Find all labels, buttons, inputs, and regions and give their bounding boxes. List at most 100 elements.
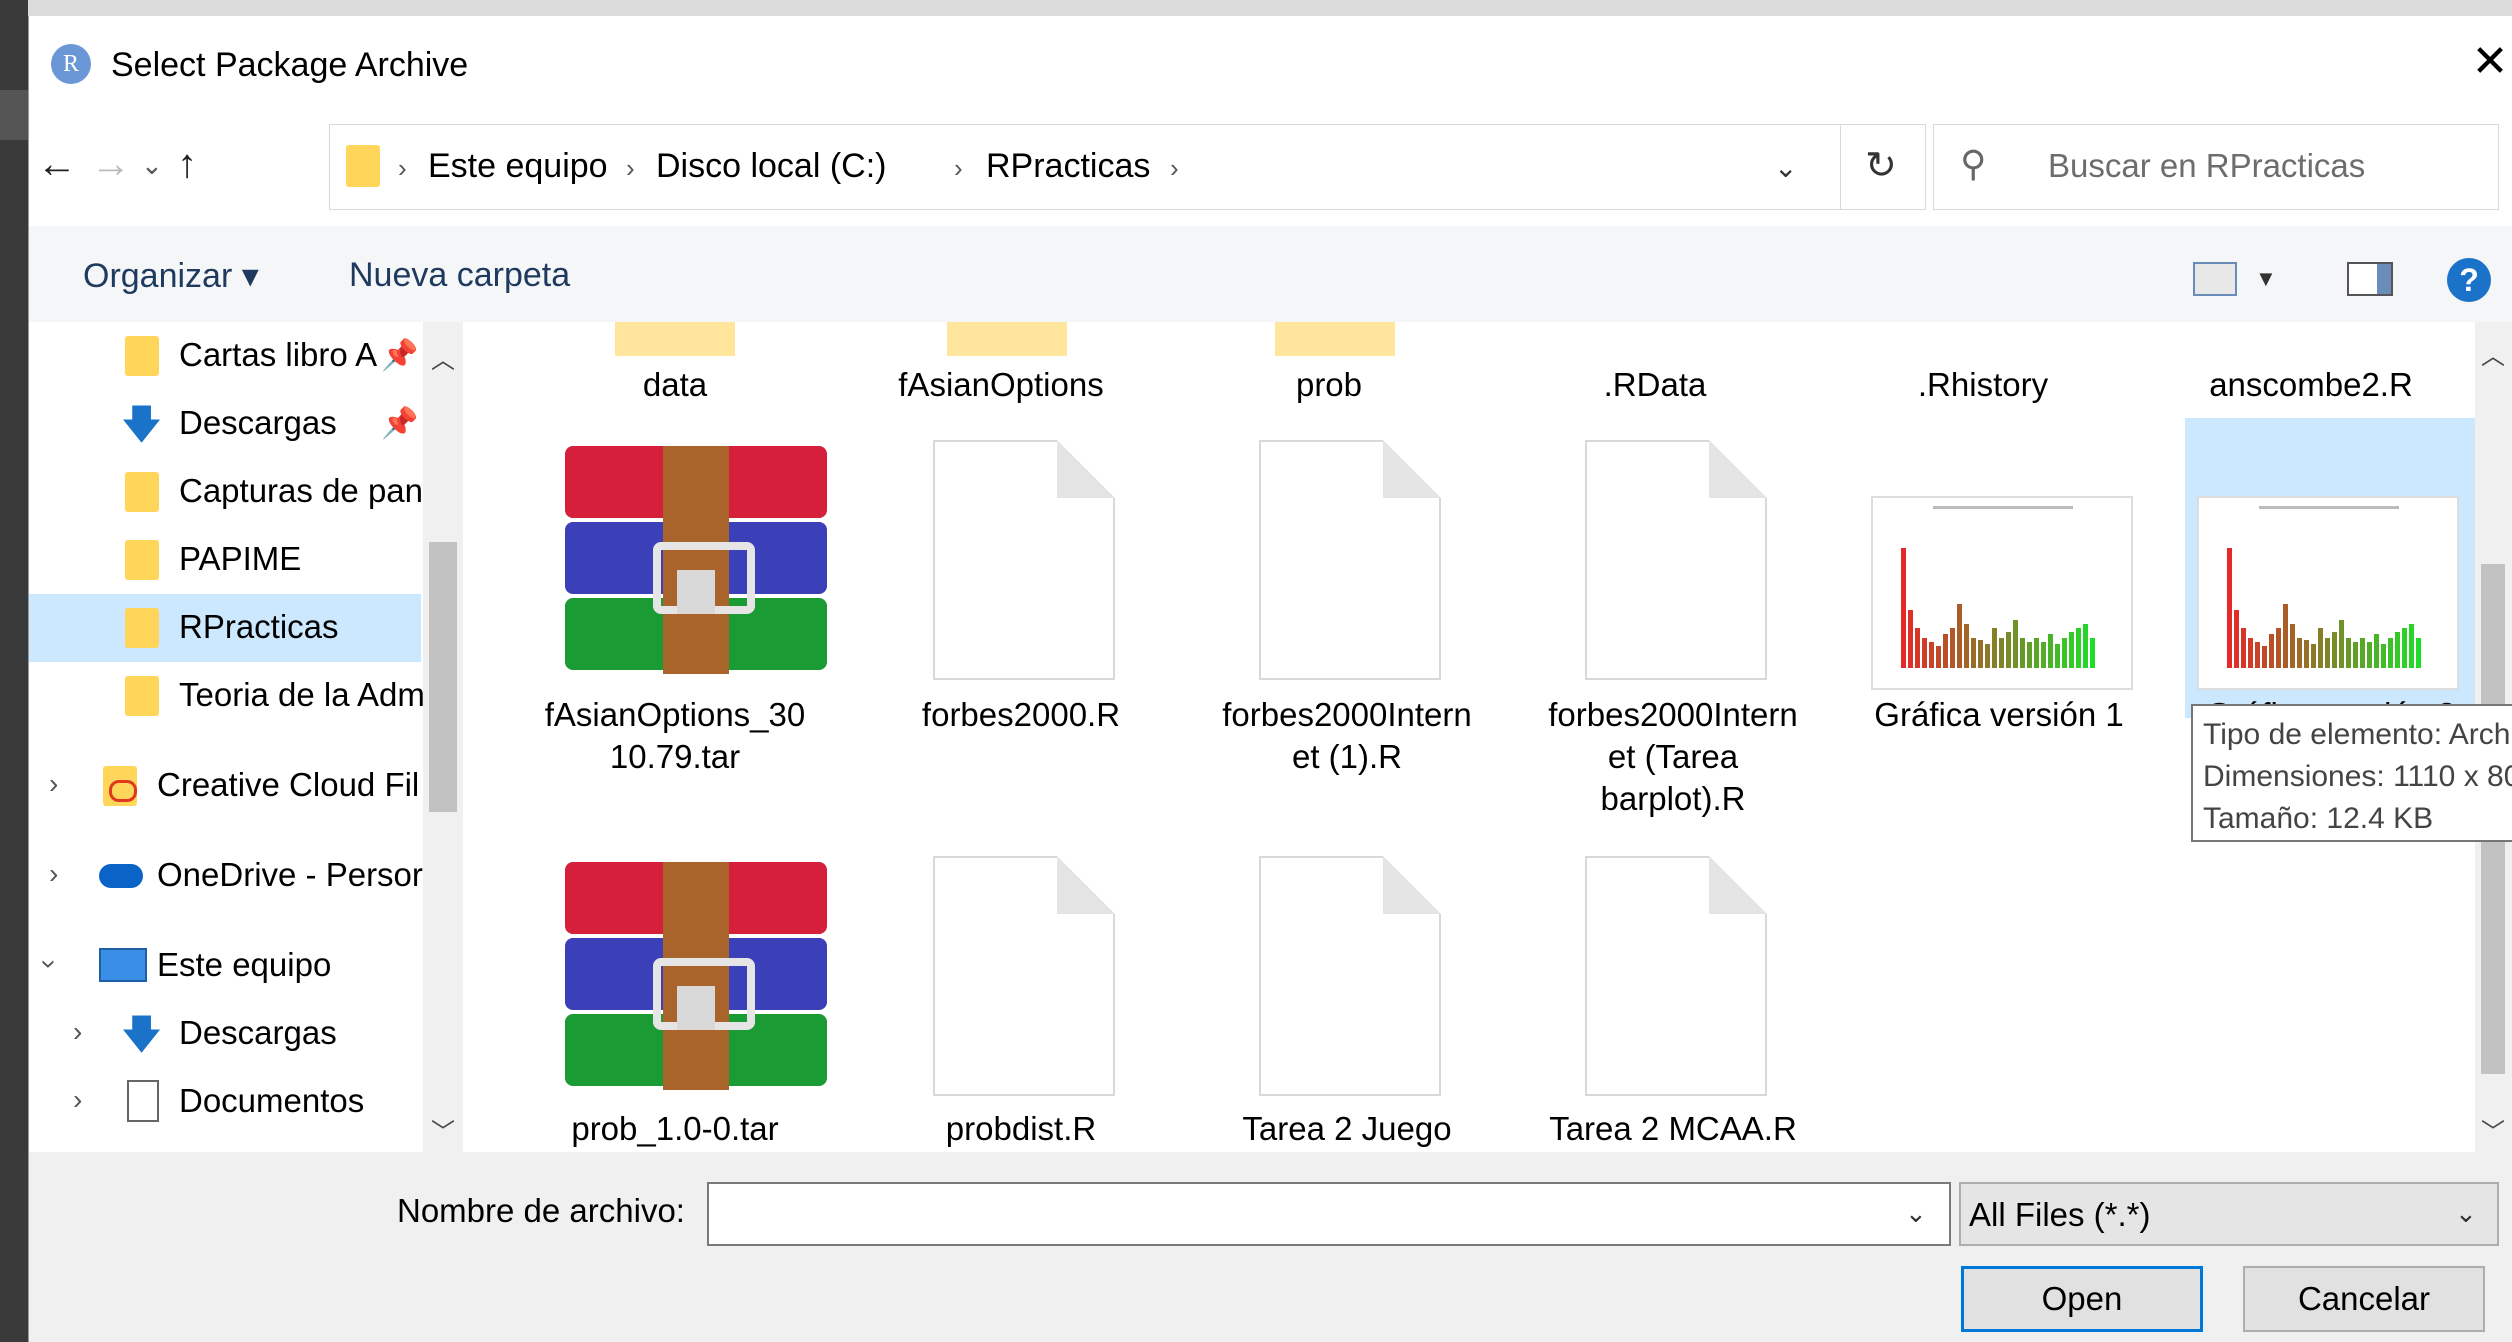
filename-label: Nombre de archivo: — [397, 1192, 685, 1229]
folder-icon — [1275, 322, 1395, 356]
file-open-dialog: R Select Package Archive ✕ ← → ⌄ ↑ › Est… — [28, 16, 2512, 1342]
thumbnail-bar — [1915, 628, 1920, 668]
open-button[interactable]: Open — [1961, 1266, 2203, 1332]
computer-icon — [99, 948, 147, 982]
folder-icon — [125, 676, 159, 716]
sidebar-item-label: Teoria de la Adm — [179, 676, 423, 713]
thumbnail-bar — [2062, 638, 2067, 668]
thumbnail-bar — [2234, 610, 2239, 668]
background-app-window — [0, 0, 28, 1342]
file-item-forbes2000internet-1[interactable]: forbes2000Intern et (1).R — [1187, 694, 1507, 778]
thumbnail-bar — [2367, 642, 2372, 668]
expand-chevron-icon[interactable]: › — [49, 858, 58, 890]
document-icon — [933, 856, 1115, 1096]
sidebar-item-capturas[interactable]: Capturas de pan — [29, 458, 423, 526]
folder-icon — [125, 336, 159, 376]
scroll-down-arrow-icon[interactable]: ﹀ — [431, 1112, 455, 1147]
search-box[interactable]: ⚲ Buscar en RPracticas — [1933, 124, 2499, 210]
breadcrumb-este-equipo[interactable]: Este equipo — [428, 147, 608, 186]
thumbnail-bar — [2013, 620, 2018, 668]
thumbnail-bar — [2069, 632, 2074, 668]
thumbnail-bar — [2360, 638, 2365, 668]
download-arrow-icon: 🡇 — [121, 403, 163, 447]
thumbnail-bar — [2020, 638, 2025, 668]
file-item-tarea-2-mcaa[interactable]: Tarea 2 MCAA.R — [1513, 1108, 1833, 1150]
file-item-prob-folder[interactable]: prob — [1169, 364, 1489, 406]
scroll-up-arrow-icon[interactable]: ︿ — [431, 340, 455, 375]
sidebar-item-teoria[interactable]: Teoria de la Adm — [29, 662, 423, 730]
thumbnail-bar — [2304, 640, 2309, 668]
back-arrow-icon[interactable]: ← — [37, 140, 77, 188]
sidebar-item-creative-cloud[interactable]: › Creative Cloud Fil — [29, 752, 421, 820]
file-item-grafica-version-1[interactable]: Gráfica versión 1 — [1839, 694, 2159, 736]
breadcrumb-separator-icon: › — [954, 153, 963, 183]
file-item-rhistory[interactable]: .Rhistory — [1823, 364, 2143, 406]
cancel-button[interactable]: Cancelar — [2243, 1266, 2485, 1332]
thumbnail-bar — [2353, 642, 2358, 668]
expand-chevron-icon[interactable]: › — [73, 1016, 82, 1048]
thumbnail-bar — [1929, 642, 1934, 668]
sidebar-item-onedrive[interactable]: › OneDrive - Persor — [29, 842, 423, 910]
file-type-filter-select[interactable]: All Files (*.*) ⌄ — [1959, 1182, 2499, 1246]
file-item-probdist[interactable]: probdist.R — [861, 1108, 1181, 1150]
preview-pane-icon[interactable] — [2347, 262, 2393, 296]
change-view-icon[interactable] — [2193, 262, 2237, 296]
navigation-scrollbar-thumb[interactable] — [429, 542, 457, 812]
address-dropdown-chevron-icon[interactable]: ⌄ — [1774, 151, 1797, 184]
collapse-chevron-icon[interactable]: › — [34, 959, 66, 968]
scroll-down-arrow-icon[interactable]: ﹀ — [2481, 1112, 2505, 1147]
sidebar-item-label: Documentos — [179, 1082, 365, 1119]
file-item-prob-tar[interactable]: prob_1.0-0.tar — [515, 1108, 835, 1150]
file-item-forbes2000[interactable]: forbes2000.R — [861, 694, 1181, 736]
r-app-icon: R — [51, 44, 91, 84]
breadcrumb-disco-local[interactable]: Disco local (C:) — [656, 147, 886, 186]
thumbnail-bar — [2311, 644, 2316, 668]
document-icon — [1585, 440, 1767, 680]
address-bar[interactable]: › Este equipo › Disco local (C:) › RPrac… — [329, 124, 1841, 210]
sidebar-item-este-equipo[interactable]: › Este equipo — [29, 932, 421, 1000]
thumbnail-bar — [1964, 624, 1969, 668]
file-item-fasianoptions-tar[interactable]: fAsianOptions_30 10.79.tar — [515, 694, 835, 778]
help-icon[interactable]: ? — [2447, 258, 2491, 302]
refresh-button[interactable]: ↻ — [1841, 124, 1926, 210]
close-button[interactable]: ✕ — [2467, 40, 2512, 84]
thumbnail-bar — [2318, 628, 2323, 668]
forward-arrow-icon[interactable]: → — [91, 140, 131, 188]
file-item-anscombe2[interactable]: anscombe2.R — [2151, 364, 2471, 406]
filename-history-chevron-icon[interactable]: ⌄ — [1905, 1198, 1927, 1229]
sidebar-item-cartas-libro[interactable]: Cartas libro A 📌 — [29, 322, 421, 390]
thumbnail-bar — [2332, 632, 2337, 668]
file-item-tarea-2-juego[interactable]: Tarea 2 Juego — [1187, 1108, 1507, 1150]
breadcrumb-rpracticas[interactable]: RPracticas — [986, 147, 1150, 186]
file-item-data[interactable]: data — [515, 364, 835, 406]
thumbnail-bar — [1985, 644, 1990, 668]
sidebar-item-documentos[interactable]: › Documentos — [29, 1068, 421, 1136]
search-input-placeholder[interactable]: Buscar en RPracticas — [2048, 147, 2365, 185]
thumbnail-bar — [2055, 644, 2060, 668]
filename-input[interactable]: ⌄ — [707, 1182, 1951, 1246]
sidebar-item-papime[interactable]: PAPIME — [29, 526, 421, 594]
thumbnail-bar — [1950, 628, 1955, 668]
new-folder-button[interactable]: Nueva carpeta — [349, 256, 570, 295]
thumbnail-bar — [2402, 628, 2407, 668]
sidebar-item-rpracticas[interactable]: RPracticas — [29, 594, 421, 662]
file-item-forbes2000internet-tarea[interactable]: forbes2000Intern et (Tarea barplot).R — [1513, 694, 1833, 820]
up-arrow-icon[interactable]: ↑ — [177, 140, 197, 188]
thumbnail-bar — [2283, 604, 2288, 668]
thumbnail-bar — [2339, 620, 2344, 668]
view-options-chevron-icon[interactable]: ▼ — [2255, 266, 2277, 292]
thumbnail-bar — [2409, 624, 2414, 668]
sidebar-item-descargas[interactable]: › 🡇 Descargas — [29, 1000, 421, 1068]
sidebar-item-descargas-pinned[interactable]: 🡇 Descargas 📌 — [29, 390, 421, 458]
dialog-footer: Nombre de archivo: ⌄ All Files (*.*) ⌄ O… — [29, 1152, 2512, 1342]
thumbnail-bar — [2076, 628, 2081, 668]
expand-chevron-icon[interactable]: › — [49, 768, 58, 800]
scroll-up-arrow-icon[interactable]: ︿ — [2481, 336, 2505, 371]
recent-locations-chevron-icon[interactable]: ⌄ — [141, 150, 163, 181]
sidebar-item-label: Este equipo — [157, 946, 332, 983]
organize-menu-button[interactable]: Organizar ▾ — [83, 256, 259, 296]
expand-chevron-icon[interactable]: › — [73, 1084, 82, 1116]
thumbnail-bar — [2048, 634, 2053, 668]
file-item-rdata[interactable]: .RData — [1495, 364, 1815, 406]
file-item-fasianoptions-folder[interactable]: fAsianOptions — [841, 364, 1161, 406]
